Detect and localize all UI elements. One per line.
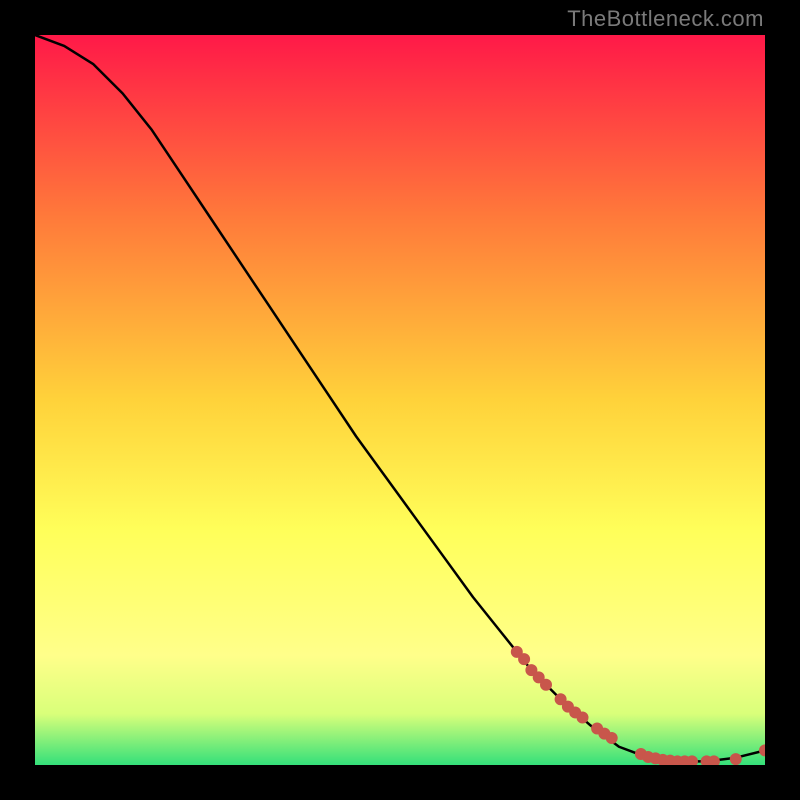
data-point xyxy=(577,712,588,723)
chart-frame: TheBottleneck.com xyxy=(0,0,800,800)
marker-group xyxy=(511,646,765,765)
watermark-label: TheBottleneck.com xyxy=(567,6,764,32)
data-point xyxy=(708,756,719,765)
data-point xyxy=(541,679,552,690)
data-point xyxy=(760,745,766,756)
chart-overlay xyxy=(35,35,765,765)
data-point xyxy=(519,654,530,665)
data-point xyxy=(606,732,617,743)
plot-area xyxy=(35,35,765,765)
bottleneck-curve xyxy=(35,35,765,761)
data-point xyxy=(730,754,741,765)
data-point xyxy=(687,756,698,765)
